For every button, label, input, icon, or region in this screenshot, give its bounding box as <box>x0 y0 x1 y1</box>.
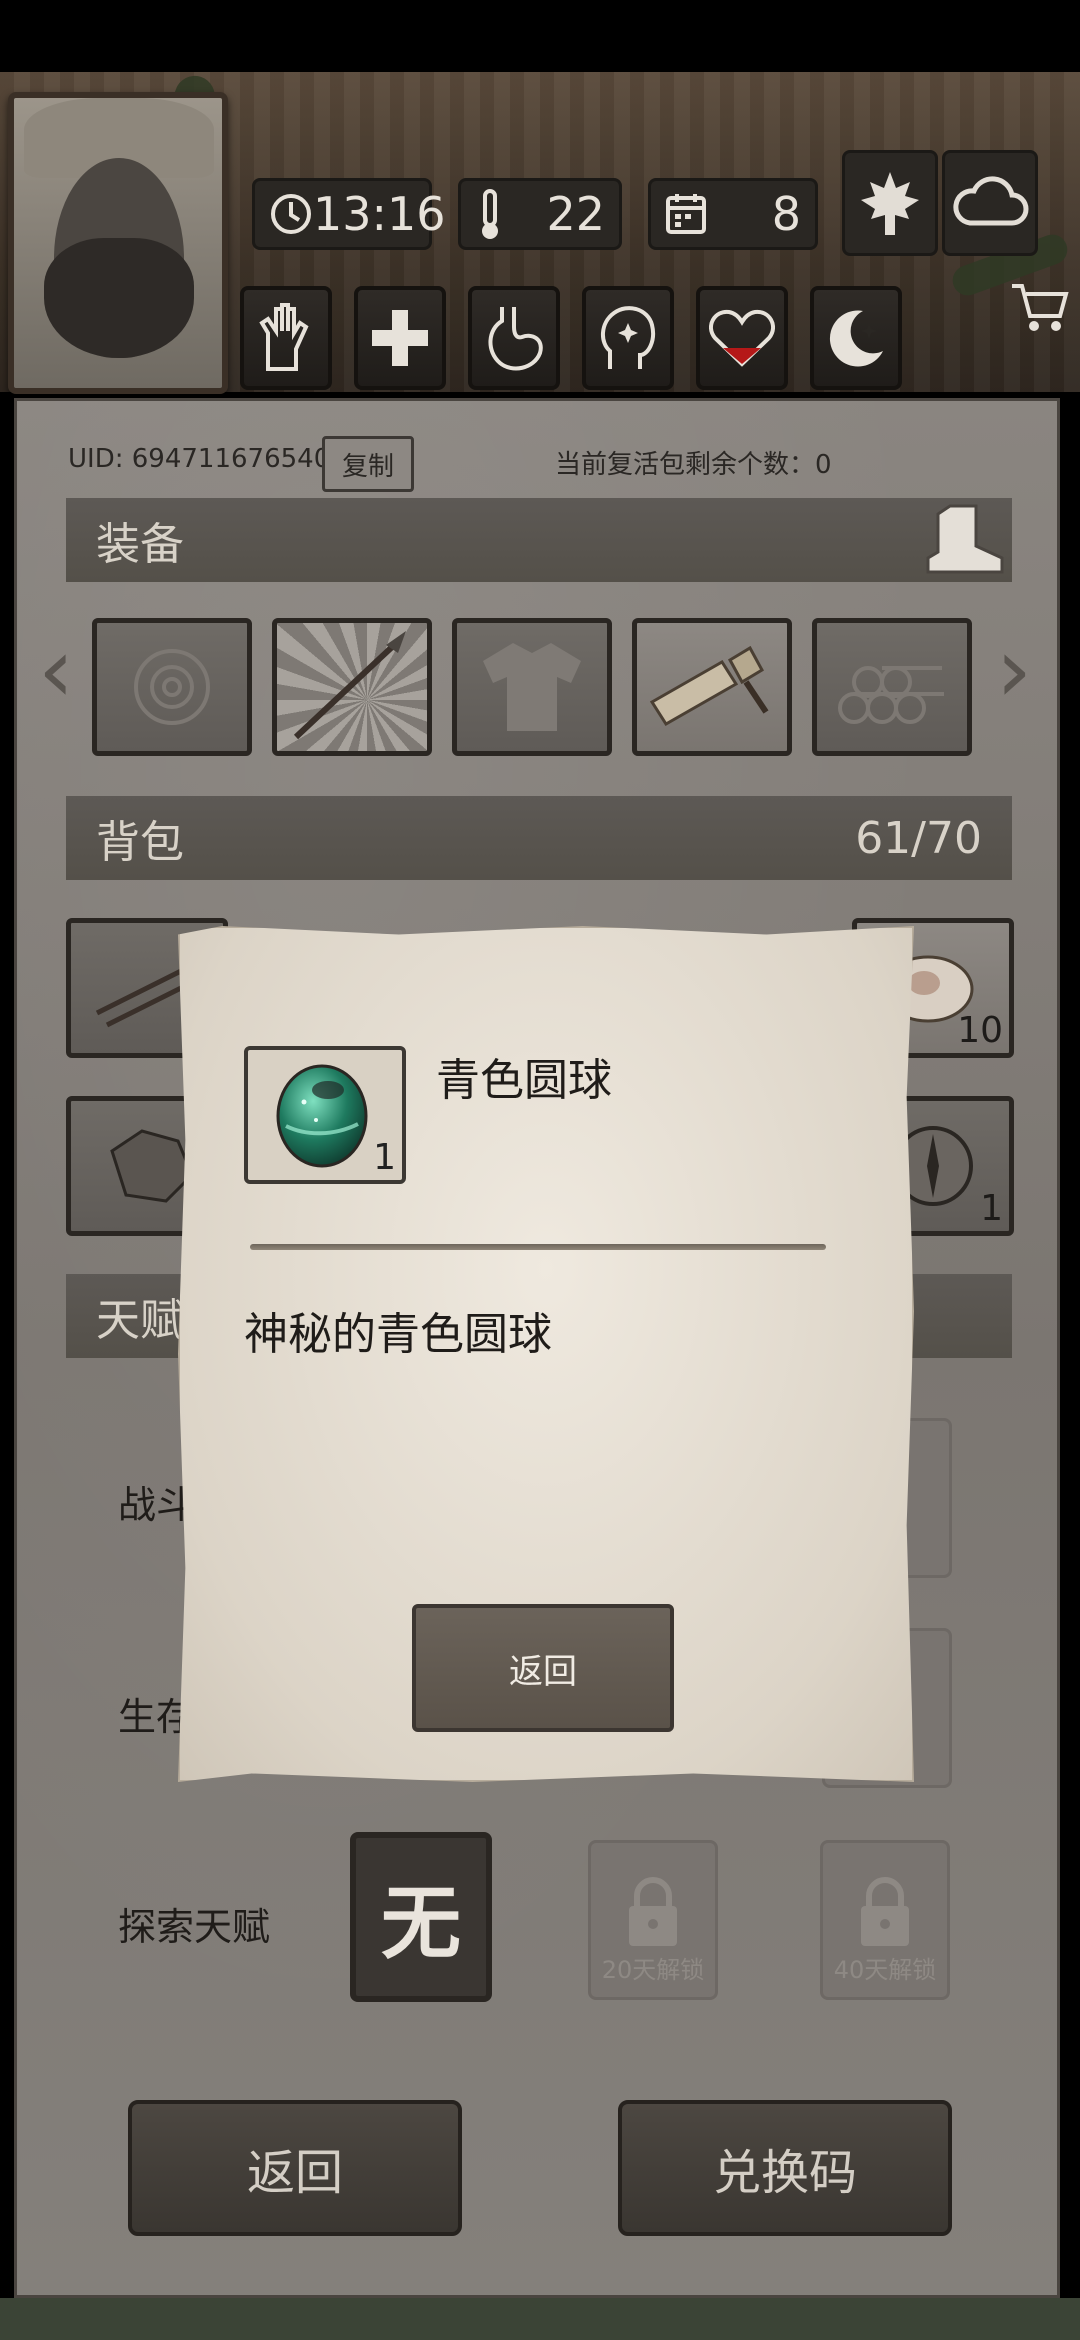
sleep-status[interactable] <box>810 286 902 390</box>
health-status[interactable] <box>354 286 446 390</box>
beard-shape <box>44 238 194 358</box>
shopping-cart-icon <box>1012 284 1069 331</box>
season-button[interactable] <box>842 150 938 256</box>
compass-quantity: 1 <box>980 1188 1003 1229</box>
thermometer-icon <box>482 189 498 239</box>
head-sanity-icon <box>601 306 655 369</box>
explore-talent-label: 探索天赋 <box>118 1905 271 1949</box>
item-quantity: 1 <box>373 1137 396 1178</box>
lock-icon <box>861 1877 909 1946</box>
shop-button[interactable] <box>1008 276 1072 340</box>
backpack-capacity: 61/70 <box>855 812 982 864</box>
equipment-slot-flashlight[interactable] <box>632 618 792 756</box>
uid-text: UID: 694711676540 <box>68 444 331 474</box>
player-portrait[interactable] <box>8 92 228 394</box>
target-slot-icon <box>134 649 210 725</box>
equipment-slot-clothes[interactable] <box>452 618 612 756</box>
item-description: 神秘的青色圆球 <box>244 1309 552 1360</box>
modal-back-button[interactable]: 返回 <box>412 1604 674 1732</box>
equipment-slot-logs[interactable] <box>812 618 972 756</box>
time-value: 13:16 <box>313 187 446 241</box>
explore-talent-lock-40[interactable]: 40天解锁 <box>820 1840 950 2000</box>
system-status-bar <box>0 0 1080 72</box>
revive-count-text: 当前复活包剩余个数：0 <box>555 450 832 480</box>
backpack-title: 背包 <box>96 817 184 868</box>
meat-quantity: 10 <box>957 1010 1003 1051</box>
modal-divider <box>250 1244 826 1250</box>
heart-status[interactable] <box>696 286 788 390</box>
redeem-code-button[interactable]: 兑换码 <box>618 2100 952 2236</box>
logs-icon <box>838 666 944 724</box>
day-stat: 8 <box>648 178 818 250</box>
lock-icon <box>629 1877 677 1946</box>
equipment-slot-target[interactable] <box>92 618 252 756</box>
clock-stat: 13:16 <box>252 178 446 250</box>
item-detail-modal: 1 青色圆球 神秘的青色圆球 返回 <box>178 926 914 1782</box>
backpack-header: 背包 61/70 <box>66 796 1012 880</box>
footer-strip <box>0 2298 1080 2340</box>
cloud-icon <box>953 176 1029 226</box>
equipment-title: 装备 <box>96 519 184 570</box>
teal-orb-icon <box>276 1064 368 1168</box>
health-cross-icon <box>372 310 428 366</box>
lock-40-text: 40天解锁 <box>833 1956 937 1984</box>
equipment-prev-arrow[interactable]: ‹ <box>38 618 74 723</box>
shirt-icon <box>483 643 581 731</box>
talent-title: 天赋 <box>96 1295 184 1346</box>
stomach-icon <box>488 307 543 371</box>
explore-talent-current[interactable]: 无 <box>350 1832 492 2002</box>
copy-uid-button[interactable]: 复制 <box>322 436 414 492</box>
item-slot: 1 <box>244 1046 406 1184</box>
equipment-slot-spear[interactable] <box>272 618 432 756</box>
flashlight-icon <box>649 645 769 727</box>
boot-icon <box>926 504 1004 574</box>
moon-sleep-icon <box>829 310 883 367</box>
day-value: 8 <box>771 187 801 241</box>
clock-icon <box>271 194 311 234</box>
bandage-status[interactable] <box>240 286 332 390</box>
sanity-status[interactable] <box>582 286 674 390</box>
back-button[interactable]: 返回 <box>128 2100 462 2236</box>
spear-icon <box>293 631 406 740</box>
hand-bandage-icon <box>259 303 309 371</box>
maple-leaf-icon <box>861 172 919 235</box>
explore-talent-value: 无 <box>381 1877 461 1970</box>
hunger-status[interactable] <box>468 286 560 390</box>
weather-button[interactable] <box>942 150 1038 256</box>
equipment-header: 装备 <box>66 498 1012 582</box>
calendar-icon <box>666 194 706 234</box>
explore-talent-lock-20[interactable]: 20天解锁 <box>588 1840 718 2000</box>
lock-20-text: 20天解锁 <box>601 1956 705 1984</box>
equipment-next-arrow[interactable]: › <box>996 618 1032 723</box>
boot-icon-box <box>920 500 1010 580</box>
temperature-value: 22 <box>546 187 605 241</box>
temperature-stat: 22 <box>458 178 622 250</box>
item-name: 青色圆球 <box>436 1055 612 1106</box>
heart-icon <box>709 309 775 367</box>
